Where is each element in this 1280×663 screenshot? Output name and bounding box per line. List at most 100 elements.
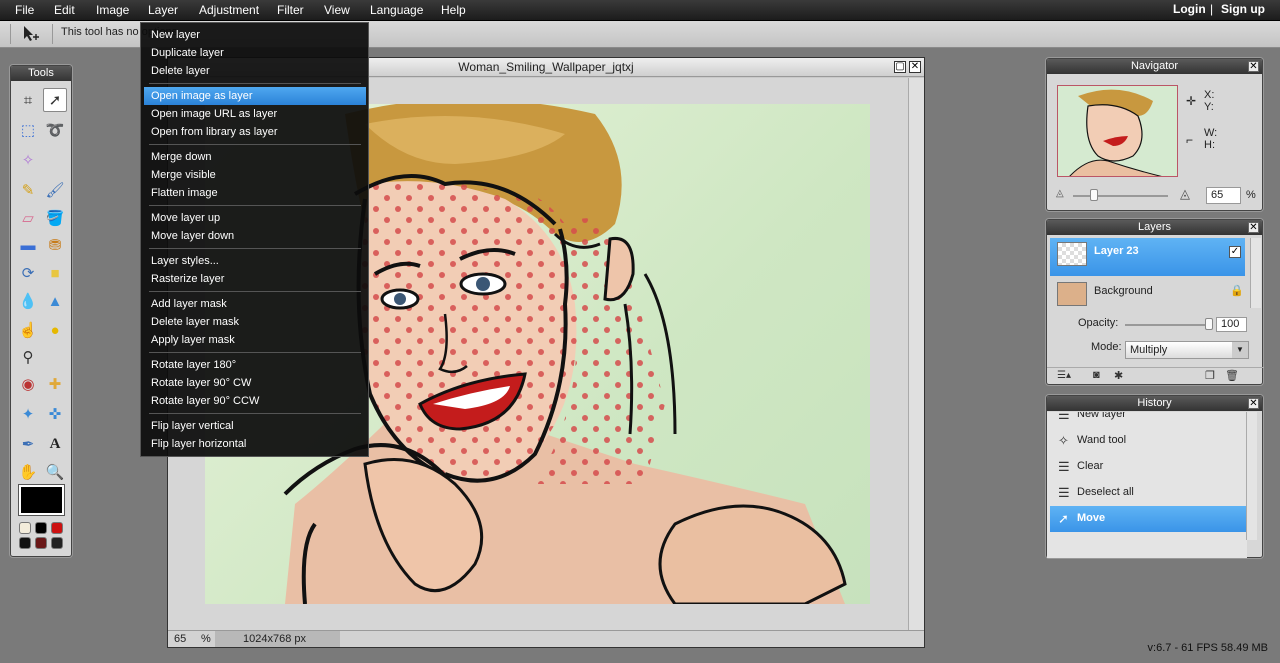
blend-mode-select[interactable]: Multiply ▼ xyxy=(1125,341,1249,359)
color-swatch[interactable] xyxy=(35,522,47,534)
menu-help[interactable]: Help xyxy=(439,0,468,21)
new-layer-icon[interactable]: ❐ xyxy=(1205,369,1215,382)
eraser-icon[interactable]: ▱ xyxy=(16,206,40,230)
navigator-thumbnail[interactable] xyxy=(1057,85,1178,177)
login-link[interactable]: Login xyxy=(1173,0,1206,21)
color-swatch[interactable] xyxy=(19,537,31,549)
color-swatch[interactable] xyxy=(35,537,47,549)
layer-styles-icon[interactable]: ✱ xyxy=(1114,369,1123,382)
menu-image[interactable]: Image xyxy=(94,0,131,21)
color-swatch[interactable] xyxy=(51,537,63,549)
menu-item-move-layer-up[interactable]: Move layer up xyxy=(144,209,366,227)
history-item[interactable]: ☰ Deselect all xyxy=(1050,480,1247,506)
menu-item-new-layer[interactable]: New layer xyxy=(144,26,366,44)
menu-layer[interactable]: Layer xyxy=(146,0,180,21)
menu-item-merge-visible[interactable]: Merge visible xyxy=(144,166,366,184)
color-picker-icon[interactable]: ✒ xyxy=(16,432,40,456)
history-item[interactable]: ✧ Wand tool xyxy=(1050,428,1247,454)
sharpen-icon[interactable]: ▲ xyxy=(43,289,67,313)
history-scrollbar[interactable] xyxy=(1246,412,1257,540)
color-swatch[interactable] xyxy=(19,522,31,534)
patch-icon[interactable]: ✚ xyxy=(43,372,67,396)
maximize-button[interactable]: ▢ xyxy=(894,61,906,73)
menu-file[interactable]: File xyxy=(13,0,36,21)
menu-item-delete-layer[interactable]: Delete layer xyxy=(144,62,366,80)
menu-item-rotate-layer-90-cw[interactable]: Rotate layer 90° CW xyxy=(144,374,366,392)
delete-layer-icon[interactable]: 🗑 xyxy=(1225,369,1239,382)
chevron-down-icon: ▼ xyxy=(1232,342,1248,358)
move-icon[interactable]: ➚ xyxy=(43,88,67,112)
menu-item-rotate-layer-180[interactable]: Rotate layer 180° xyxy=(144,356,366,374)
crop-icon[interactable]: ⌗ xyxy=(16,88,40,112)
menu-separator xyxy=(149,83,361,84)
menu-separator xyxy=(149,413,361,414)
primary-color-swatch[interactable] xyxy=(19,485,64,515)
navigator-close-button[interactable]: ✕ xyxy=(1248,61,1259,72)
zoom-slider-thumb[interactable] xyxy=(1090,189,1099,201)
layer-row-background[interactable]: Background 🔒 xyxy=(1050,278,1245,316)
opacity-input[interactable]: 100 xyxy=(1216,317,1247,332)
clone-stamp-icon[interactable]: ⛃ xyxy=(43,233,67,257)
magic-wand-icon[interactable]: ✧ xyxy=(16,148,40,172)
layer-name: Layer 23 xyxy=(1094,245,1139,257)
canvas-vscroll[interactable] xyxy=(908,78,924,631)
history-item[interactable]: ☰ Clear xyxy=(1050,454,1247,480)
zoom-icon[interactable]: 🔍 xyxy=(43,460,67,484)
shapes-icon[interactable]: ■ xyxy=(43,261,67,285)
menu-item-layer-styles[interactable]: Layer styles... xyxy=(144,252,366,270)
color-replace-icon[interactable]: ⟳ xyxy=(16,261,40,285)
menu-language[interactable]: Language xyxy=(368,0,425,21)
bucket-icon[interactable]: 🪣 xyxy=(43,206,67,230)
zoom-slider-track[interactable] xyxy=(1073,189,1168,201)
menu-item-open-image-as-layer[interactable]: Open image as layer xyxy=(144,87,366,105)
menu-edit[interactable]: Edit xyxy=(52,0,77,21)
smudge-icon[interactable]: ☝ xyxy=(16,318,40,342)
sponge-icon[interactable]: ● xyxy=(43,318,67,342)
layer-visibility-checkbox[interactable]: ✓ xyxy=(1229,246,1241,258)
layers-close-button[interactable]: ✕ xyxy=(1248,222,1259,233)
layers-scrollbar[interactable] xyxy=(1250,238,1261,308)
zoom-input[interactable]: 65 xyxy=(174,633,186,645)
marquee-icon[interactable]: ⬚ xyxy=(16,118,40,142)
history-close-button[interactable]: ✕ xyxy=(1248,398,1259,409)
menu-item-add-layer-mask[interactable]: Add layer mask xyxy=(144,295,366,313)
bloat-icon[interactable]: ✦ xyxy=(16,402,40,426)
text-icon[interactable]: A xyxy=(43,432,67,456)
history-item[interactable]: ☰ New layer xyxy=(1050,412,1247,428)
menu-item-open-from-library-as-layer[interactable]: Open from library as layer xyxy=(144,123,366,141)
signup-link[interactable]: Sign up xyxy=(1221,0,1265,21)
menu-item-apply-layer-mask[interactable]: Apply layer mask xyxy=(144,331,366,349)
menu-item-flatten-image[interactable]: Flatten image xyxy=(144,184,366,202)
pinch-icon[interactable]: ✜ xyxy=(43,402,67,426)
blur-icon[interactable]: 💧 xyxy=(16,289,40,313)
gradient-icon[interactable]: ▬ xyxy=(16,233,40,257)
menu-bar: File Edit Image Layer Adjustment Filter … xyxy=(0,0,1280,21)
layer-settings-icon[interactable]: ☰▴ xyxy=(1057,370,1071,381)
hand-icon[interactable]: ✋ xyxy=(16,460,40,484)
history-item[interactable]: ➚ Move xyxy=(1050,506,1246,532)
opacity-slider-thumb[interactable] xyxy=(1205,318,1213,330)
lasso-icon[interactable]: ➰ xyxy=(43,118,67,142)
redeye-icon[interactable]: ◉ xyxy=(16,372,40,396)
menu-item-flip-layer-vertical[interactable]: Flip layer vertical xyxy=(144,417,366,435)
menu-item-open-image-url-as-layer[interactable]: Open image URL as layer xyxy=(144,105,366,123)
menu-adjustment[interactable]: Adjustment xyxy=(197,0,261,21)
menu-item-delete-layer-mask[interactable]: Delete layer mask xyxy=(144,313,366,331)
menu-item-flip-layer-horizontal[interactable]: Flip layer horizontal xyxy=(144,435,366,453)
close-canvas-button[interactable]: ✕ xyxy=(909,61,921,73)
menu-view[interactable]: View xyxy=(322,0,352,21)
opacity-slider-track[interactable] xyxy=(1125,318,1213,330)
dodge-burn-icon[interactable]: ⚲ xyxy=(16,345,40,369)
pencil-icon[interactable]: ✎ xyxy=(16,178,40,202)
menu-item-rasterize-layer[interactable]: Rasterize layer xyxy=(144,270,366,288)
layer-mask-icon[interactable]: ◙ xyxy=(1093,369,1100,381)
menu-filter[interactable]: Filter xyxy=(275,0,306,21)
layer-row-layer23[interactable]: Layer 23 ✓ xyxy=(1050,238,1245,276)
brush-icon[interactable]: 🖌 xyxy=(43,178,67,202)
menu-item-move-layer-down[interactable]: Move layer down xyxy=(144,227,366,245)
menu-item-rotate-layer-90-ccw[interactable]: Rotate layer 90° CCW xyxy=(144,392,366,410)
navigator-zoom-input[interactable]: 65 xyxy=(1206,187,1241,204)
color-swatch[interactable] xyxy=(51,522,63,534)
menu-item-merge-down[interactable]: Merge down xyxy=(144,148,366,166)
menu-item-duplicate-layer[interactable]: Duplicate layer xyxy=(144,44,366,62)
